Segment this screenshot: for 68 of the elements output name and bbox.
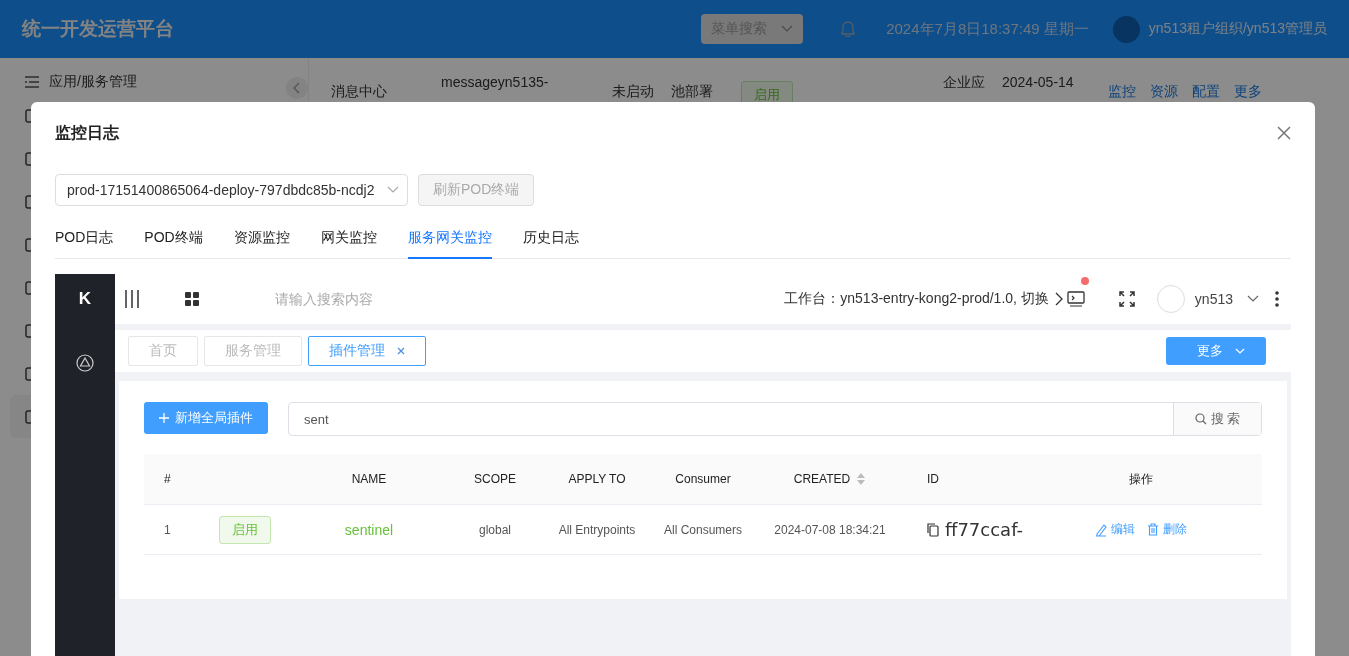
edit-link[interactable]: 编辑 bbox=[1095, 521, 1135, 538]
table-cell-text: 池部署 bbox=[671, 83, 714, 101]
column-header: Consumer bbox=[674, 471, 732, 488]
date-time: 2024年7月8日18:37:49 星期一 bbox=[886, 19, 1089, 39]
table-cell: 2024-07-08 18:34:21 bbox=[774, 522, 886, 537]
column-header: ID bbox=[926, 471, 940, 488]
trash-icon bbox=[1147, 522, 1159, 537]
table-cell-text: 未启动 bbox=[612, 83, 655, 101]
tab[interactable]: 服务管理 bbox=[204, 336, 302, 366]
table-cell-text: 消息中心 bbox=[331, 83, 388, 101]
table-cell: ff77ccaf- bbox=[945, 519, 1023, 540]
user-name[interactable]: yn513 bbox=[1194, 291, 1233, 307]
sidebar-item[interactable]: 应用/服务管理 bbox=[0, 70, 286, 94]
caret-icon bbox=[781, 25, 794, 33]
workspace-label: 工作台：yn513-entry-kong2-prod/1.0, 切换 bbox=[784, 290, 1049, 308]
user-name[interactable]: yn513租户组织/yn513管理员 bbox=[1148, 20, 1327, 38]
column-header: APPLY TO bbox=[567, 471, 627, 488]
grid-icon[interactable] bbox=[185, 292, 199, 306]
table-cell-text: 2024-05-14 bbox=[1002, 74, 1075, 90]
close-icon[interactable] bbox=[397, 347, 405, 355]
fullscreen-icon[interactable] bbox=[1118, 291, 1135, 307]
close-icon[interactable] bbox=[1277, 126, 1291, 140]
plugin-link[interactable]: sentinel bbox=[344, 521, 394, 538]
column-header: NAME bbox=[350, 471, 388, 488]
tab[interactable]: 插件管理 bbox=[308, 336, 426, 366]
list-icon bbox=[25, 76, 39, 88]
edit-icon bbox=[1095, 522, 1107, 537]
caret-icon[interactable] bbox=[1247, 295, 1259, 303]
tab[interactable]: 网关监控 bbox=[320, 219, 377, 259]
action-link[interactable]: 资源 bbox=[1150, 83, 1178, 101]
action-link[interactable]: 监控 bbox=[1108, 83, 1136, 101]
table-cell-text: 企业应 bbox=[943, 74, 986, 92]
column-header: 操作 bbox=[1128, 470, 1154, 488]
delete-link[interactable]: 删除 bbox=[1147, 521, 1187, 538]
column-header: CREATED bbox=[793, 472, 851, 486]
action-link[interactable]: 配置 bbox=[1192, 83, 1220, 101]
tab[interactable]: POD终端 bbox=[144, 219, 203, 259]
table-cell: global bbox=[479, 522, 511, 537]
table-cell: All Consumers bbox=[664, 522, 742, 537]
table-cell-text: 1 bbox=[163, 521, 172, 539]
tab[interactable]: POD日志 bbox=[55, 219, 114, 259]
column-header: SCOPE bbox=[473, 471, 517, 488]
dialog-title: 监控日志 bbox=[55, 122, 119, 143]
tab[interactable]: 资源监控 bbox=[233, 219, 290, 259]
add-plugin-button[interactable]: 新增全局插件 bbox=[144, 402, 268, 434]
tab[interactable]: 首页 bbox=[128, 336, 198, 366]
column-header: # bbox=[163, 471, 172, 488]
triangle-circle-icon[interactable] bbox=[76, 354, 94, 372]
sort-icon bbox=[856, 472, 867, 486]
tab[interactable]: 历史日志 bbox=[522, 219, 579, 259]
copy-icon[interactable] bbox=[927, 522, 939, 537]
chevron-right-icon[interactable] bbox=[1054, 292, 1063, 306]
action-link[interactable]: 更多 bbox=[1234, 83, 1262, 101]
caret-icon bbox=[1235, 348, 1245, 354]
table-cell-text: messageyn5135- bbox=[441, 74, 550, 90]
table-cell: All Entrypoints bbox=[558, 522, 636, 537]
plus-icon bbox=[159, 413, 169, 423]
menu-icon[interactable] bbox=[125, 290, 139, 308]
pod-select[interactable]: prod-17151400865064-deploy-797dbdc85b-ncdj2 bbox=[55, 174, 408, 206]
caret-icon bbox=[387, 186, 399, 194]
more-icon[interactable] bbox=[1275, 291, 1279, 307]
logo[interactable]: K bbox=[78, 274, 92, 324]
app-title: 统一开发运营平台 bbox=[22, 17, 174, 41]
more-button[interactable]: 更多 bbox=[1166, 337, 1266, 365]
status-tag: 启用 bbox=[219, 515, 271, 544]
monitor-icon[interactable] bbox=[1066, 291, 1085, 307]
search-field[interactable]: 请输入搜索内容 bbox=[275, 289, 385, 309]
tab[interactable]: 服务网关监控 bbox=[407, 219, 492, 259]
